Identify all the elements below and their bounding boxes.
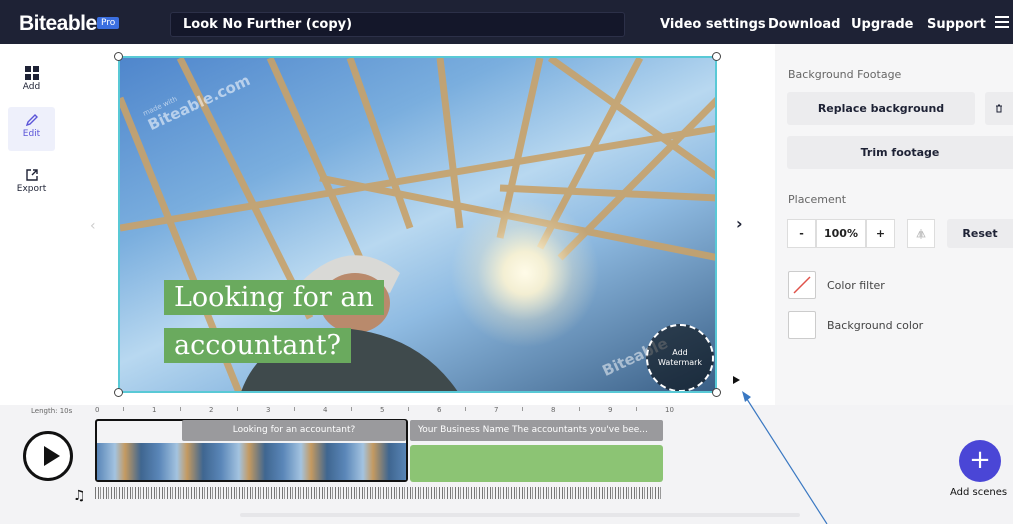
left-sidebar: Add Edit Export: [0, 44, 64, 404]
pencil-icon: [25, 114, 38, 127]
grid-icon: [24, 66, 39, 80]
right-panel: Background Footage Replace background Tr…: [775, 44, 1013, 406]
scene-1-label[interactable]: Looking for an accountant?: [182, 420, 406, 441]
trash-icon: [996, 104, 1002, 113]
sidebar-item-export[interactable]: Export: [8, 162, 55, 206]
sidebar-item-label: Add: [22, 82, 41, 92]
reset-button[interactable]: Reset: [947, 219, 1013, 248]
nav-video-settings[interactable]: Video settings: [660, 17, 766, 32]
sidebar-item-edit[interactable]: Edit: [8, 107, 55, 151]
app-logo[interactable]: Biteable: [19, 12, 97, 36]
sidebar-item-add[interactable]: Add: [8, 60, 55, 104]
resize-handle-top-right[interactable]: [712, 52, 721, 61]
resize-handle-top-left[interactable]: [114, 52, 123, 61]
next-scene-chevron-icon[interactable]: ›: [736, 214, 743, 233]
tick-label: 9: [608, 406, 613, 414]
section-placement: Placement: [788, 193, 847, 206]
flip-horizontal-icon[interactable]: [907, 219, 935, 248]
scene-2-block[interactable]: [410, 445, 663, 482]
tick-label: 1: [152, 406, 157, 414]
nav-upgrade[interactable]: Upgrade: [851, 17, 913, 32]
top-bar: Biteable Pro Look No Further (copy) Vide…: [0, 0, 1013, 44]
add-scenes-button[interactable]: +: [959, 440, 1001, 482]
tick-label: 10: [665, 406, 674, 414]
scene-1-thumbnails[interactable]: [97, 443, 406, 480]
pro-badge: Pro: [97, 17, 120, 29]
resize-handle-bottom-right[interactable]: [712, 388, 721, 397]
tick-label: 2: [209, 406, 214, 414]
play-button[interactable]: [23, 431, 73, 481]
background-color-swatch[interactable]: [788, 311, 816, 339]
previous-scene-chevron-icon[interactable]: ‹: [90, 218, 96, 234]
zoom-value-field[interactable]: 100%: [816, 219, 866, 248]
caption-line-1[interactable]: Looking for an: [164, 280, 384, 315]
trim-footage-button[interactable]: Trim footage: [787, 136, 1013, 169]
color-filter-label: Color filter: [827, 279, 885, 292]
tick-label: 8: [551, 406, 556, 414]
timeline-ruler[interactable]: 0 1 2 3 4 5 6 7 8 9 10: [95, 405, 675, 419]
video-canvas[interactable]: made with Biteable.com Biteable Looking …: [118, 56, 717, 393]
hamburger-menu-icon[interactable]: [995, 16, 1009, 28]
section-background-footage: Background Footage: [788, 68, 902, 81]
tick-label: 6: [437, 406, 442, 414]
caption-line-2[interactable]: accountant?: [164, 328, 352, 363]
export-icon: [25, 169, 38, 181]
timeline-scrollbar[interactable]: [240, 513, 800, 517]
zoom-in-button[interactable]: +: [866, 219, 895, 248]
sidebar-item-label: Edit: [22, 129, 41, 139]
delete-background-button[interactable]: [985, 92, 1013, 125]
preview-play-icon[interactable]: [733, 376, 740, 384]
tick-label: 7: [494, 406, 499, 414]
nav-download[interactable]: Download: [768, 17, 840, 32]
tick-label: 0: [95, 406, 100, 414]
scene-2-label[interactable]: Your Business Name The accountants you'v…: [410, 420, 663, 441]
project-title-input[interactable]: Look No Further (copy): [170, 12, 625, 37]
tick-label: 3: [266, 406, 271, 414]
add-scenes-label: Add scenes: [950, 487, 1008, 498]
audio-waveform[interactable]: [95, 487, 663, 499]
timeline: Length: 10s 0 1 2 3 4 5 6 7 8 9 10 ♫ Loo…: [0, 405, 1013, 524]
video-length: Length: 10s: [31, 407, 73, 415]
sidebar-item-label: Export: [16, 184, 47, 194]
add-watermark-button[interactable]: Add Watermark: [646, 324, 714, 391]
play-icon: [44, 446, 60, 466]
zoom-out-button[interactable]: -: [787, 219, 816, 248]
tick-label: 5: [380, 406, 385, 414]
replace-background-button[interactable]: Replace background: [787, 92, 975, 125]
resize-handle-bottom-left[interactable]: [114, 388, 123, 397]
tick-label: 4: [323, 406, 328, 414]
nav-support[interactable]: Support: [927, 17, 986, 32]
music-note-icon[interactable]: ♫: [73, 488, 86, 504]
background-color-label: Background color: [827, 319, 924, 332]
color-filter-swatch[interactable]: [788, 271, 816, 299]
